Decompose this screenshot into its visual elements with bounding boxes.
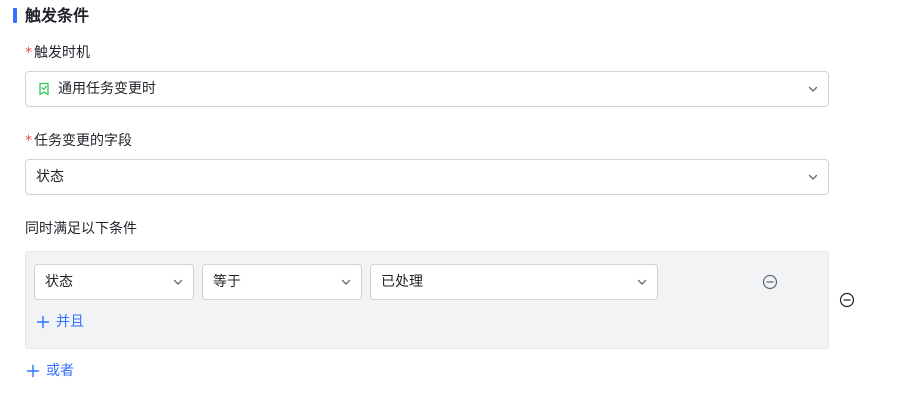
add-and-condition-button[interactable]: 并且 — [36, 312, 84, 332]
changed-field-label-text: 任务变更的字段 — [34, 133, 132, 149]
trigger-time-label: * 触发时机 — [25, 43, 90, 63]
chevron-down-icon — [798, 160, 828, 194]
conditions-label: 同时满足以下条件 — [25, 221, 137, 237]
plus-icon — [36, 315, 50, 329]
required-mark: * — [25, 133, 32, 149]
rule-value-select[interactable]: 已处理 — [370, 264, 658, 300]
trigger-time-select[interactable]: 通用任务变更时 — [25, 71, 829, 107]
section-accent-bar — [13, 8, 17, 23]
remove-rule-button[interactable] — [762, 274, 778, 290]
section-title: 触发条件 — [25, 6, 90, 25]
chevron-down-icon — [798, 72, 828, 106]
add-or-condition-button[interactable]: 或者 — [26, 361, 74, 381]
minus-circle-icon — [839, 292, 855, 308]
chevron-down-icon — [627, 265, 657, 299]
trigger-time-label-text: 触发时机 — [34, 45, 90, 61]
plus-icon — [26, 364, 40, 378]
bookmark-check-icon — [36, 81, 52, 97]
rule-field-value: 状态 — [45, 274, 73, 290]
changed-field-select[interactable]: 状态 — [25, 159, 829, 195]
changed-field-value: 状态 — [36, 169, 64, 185]
minus-circle-icon — [762, 274, 778, 290]
add-and-label: 并且 — [56, 314, 84, 330]
required-mark: * — [25, 45, 32, 61]
chevron-down-icon — [331, 265, 361, 299]
changed-field-label: * 任务变更的字段 — [25, 131, 132, 151]
trigger-time-value: 通用任务变更时 — [58, 81, 156, 97]
remove-group-button[interactable] — [839, 292, 855, 308]
rule-operator-value: 等于 — [213, 274, 241, 290]
rule-field-select[interactable]: 状态 — [34, 264, 194, 300]
rule-operator-select[interactable]: 等于 — [202, 264, 362, 300]
rule-value-value: 已处理 — [381, 274, 423, 290]
trigger-conditions-panel: 触发条件 * 触发时机 通用任务变更时 * 任务变更的字段 状态 同时满足以下条件 … — [0, 0, 906, 405]
add-or-label: 或者 — [46, 363, 74, 379]
chevron-down-icon — [163, 265, 193, 299]
